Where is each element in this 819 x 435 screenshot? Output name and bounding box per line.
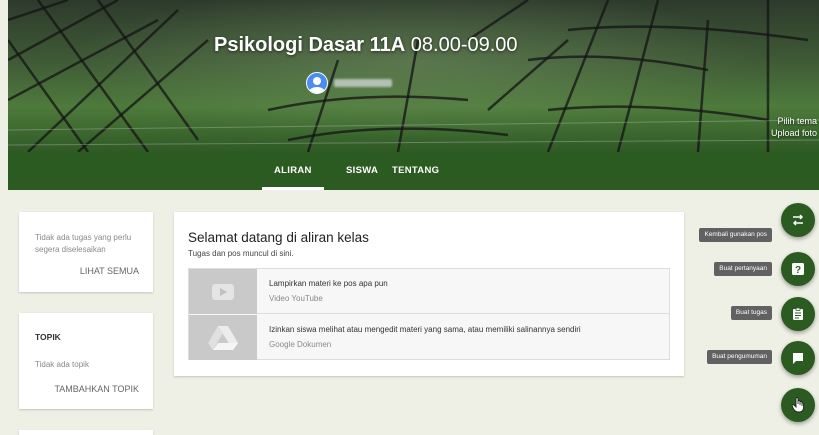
upload-photo-link[interactable]: Upload foto	[771, 127, 817, 139]
tab-stream[interactable]: ALIRAN	[262, 152, 324, 190]
extra-card	[19, 430, 153, 435]
attachment-title: Lampirkan materi ke pos apa pun	[269, 279, 388, 288]
class-header-banner: Psikologi Dasar 11A 08.00-09.00 Pilih te…	[8, 0, 819, 152]
reuse-post-button[interactable]	[781, 203, 815, 237]
view-all-link[interactable]: LIHAT SEMUA	[80, 266, 139, 276]
stream-heading: Selamat datang di aliran kelas	[188, 230, 369, 245]
attachment-item[interactable]: Izinkan siswa melihat atau mengedit mate…	[189, 315, 669, 360]
attachment-thumbnail	[189, 269, 257, 314]
create-announcement-label: Buat pengumuman	[707, 350, 772, 364]
add-topic-link[interactable]: TAMBAHKAN TOPIK	[54, 384, 139, 394]
attachment-title: Izinkan siswa melihat atau mengedit mate…	[269, 325, 581, 334]
attachment-thumbnail	[189, 315, 257, 360]
teacher-name-blurred	[334, 79, 392, 87]
attachment-source: Google Dokumen	[269, 340, 332, 349]
stream-welcome-card: Selamat datang di aliran kelas Tugas dan…	[174, 212, 684, 376]
attachment-source: Video YouTube	[269, 294, 323, 303]
theme-links: Pilih tema Upload foto	[771, 115, 817, 139]
class-name: Psikologi Dasar 11A	[214, 34, 406, 56]
teacher-info	[306, 72, 392, 94]
play-icon	[212, 283, 234, 300]
create-assignment-button[interactable]	[781, 297, 815, 331]
reuse-post-label: Kembali gunakan pos	[699, 228, 772, 242]
upcoming-card: Tidak ada tugas yang perlu segera disele…	[19, 212, 153, 292]
assignment-icon	[793, 307, 803, 320]
tab-about[interactable]: TENTANG	[392, 152, 439, 190]
create-question-button[interactable]: ?	[781, 252, 815, 286]
topics-message: Tidak ada topik	[35, 360, 89, 369]
hand-cursor-icon	[791, 397, 804, 413]
attachment-item[interactable]: Lampirkan materi ke pos apa pun Video Yo…	[189, 269, 669, 314]
upcoming-message: Tidak ada tugas yang perlu segera disele…	[35, 233, 132, 254]
soccer-net-background	[8, 0, 819, 152]
attachment-list: Lampirkan materi ke pos apa pun Video Yo…	[188, 268, 670, 360]
question-icon: ?	[792, 263, 804, 276]
create-announcement-button[interactable]	[781, 341, 815, 375]
create-menu-button[interactable]	[781, 388, 815, 422]
svg-text:?: ?	[795, 265, 801, 276]
stream-subheading: Tugas dan pos muncul di sini.	[188, 249, 294, 258]
tab-students[interactable]: SISWA	[346, 152, 378, 190]
teacher-avatar-icon	[306, 72, 328, 94]
topics-heading: TOPIK	[35, 332, 61, 342]
topics-card: TOPIK Tidak ada topik TAMBAHKAN TOPIK	[19, 313, 153, 409]
pick-theme-link[interactable]: Pilih tema	[771, 115, 817, 127]
create-assignment-label: Buat tugas	[730, 306, 772, 320]
drive-icon	[208, 325, 238, 350]
create-question-label: Buat pertanyaan	[714, 262, 772, 276]
class-title: Psikologi Dasar 11A 08.00-09.00	[214, 34, 518, 57]
class-time: 08.00-09.00	[410, 34, 518, 56]
announcement-icon	[793, 353, 803, 364]
reuse-icon	[792, 214, 804, 226]
class-tab-bar: ALIRAN SISWA TENTANG	[8, 152, 819, 190]
